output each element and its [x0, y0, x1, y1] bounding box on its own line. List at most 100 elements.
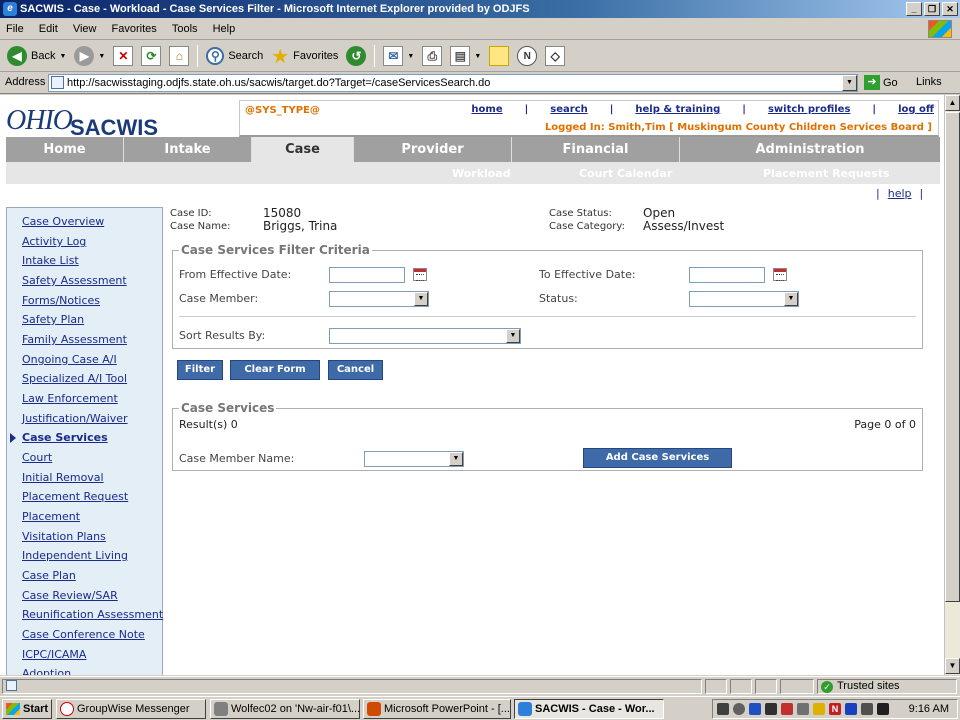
- tab-administration[interactable]: Administration: [680, 137, 940, 162]
- cancel-button[interactable]: Cancel: [328, 360, 383, 380]
- sidebar-item-icpc-icama[interactable]: ICPC/ICAMA: [22, 648, 86, 661]
- tray-icon[interactable]: [845, 703, 857, 715]
- sidebar-item-safety-plan[interactable]: Safety Plan: [22, 313, 84, 326]
- stop-button[interactable]: ✕: [110, 43, 136, 69]
- chevron-down-icon[interactable]: ▼: [784, 292, 798, 306]
- address-dropdown-icon[interactable]: ▼: [842, 75, 857, 91]
- subtab-court-calendar[interactable]: Court Calendar: [579, 167, 672, 180]
- sort-results-select[interactable]: ▼: [329, 328, 521, 344]
- status-select[interactable]: ▼: [689, 291, 799, 307]
- log-off-link[interactable]: log off: [898, 104, 934, 115]
- tab-financial[interactable]: Financial: [512, 137, 680, 162]
- scroll-thumb[interactable]: [945, 112, 960, 602]
- sidebar-item-specialized-ai-tool[interactable]: Specialized A/I Tool: [22, 372, 127, 385]
- menu-help[interactable]: Help: [207, 18, 242, 40]
- home-button[interactable]: ⌂: [166, 43, 192, 69]
- start-button[interactable]: Start: [2, 699, 52, 719]
- favorites-button[interactable]: ★ Favorites: [268, 43, 341, 69]
- forward-button[interactable]: ▶ ▼: [71, 43, 108, 69]
- sidebar-item-family-assessment[interactable]: Family Assessment: [22, 333, 127, 346]
- mail-dropdown-icon[interactable]: ▼: [407, 53, 414, 60]
- home-link[interactable]: home: [471, 104, 502, 115]
- add-case-services-button[interactable]: Add Case Services: [583, 448, 732, 468]
- task-sacwis-ie[interactable]: SACWIS - Case - Wor...: [514, 699, 664, 719]
- sidebar-item-forms-notices[interactable]: Forms/Notices: [22, 294, 100, 307]
- task-wolfec02[interactable]: Wolfec02 on 'Nw-air-f01\...: [210, 699, 360, 719]
- subtab-workload[interactable]: Workload: [452, 167, 511, 180]
- tab-home[interactable]: Home: [6, 137, 124, 162]
- sidebar-item-activity-log[interactable]: Activity Log: [22, 235, 86, 248]
- to-date-input[interactable]: [689, 267, 765, 283]
- sidebar-item-court[interactable]: Court: [22, 451, 52, 464]
- task-groupwise-messenger[interactable]: GroupWise Messenger: [56, 699, 206, 719]
- back-button[interactable]: ◀ Back ▼: [4, 43, 69, 69]
- switch-profiles-link[interactable]: switch profiles: [768, 104, 850, 115]
- from-date-calendar-icon[interactable]: [413, 268, 427, 281]
- tray-icon[interactable]: [733, 703, 745, 715]
- menu-view[interactable]: View: [67, 18, 103, 40]
- tray-icon[interactable]: [861, 703, 873, 715]
- sidebar-item-reunification-assessment[interactable]: Reunification Assessment: [22, 608, 163, 621]
- sidebar-item-independent-living[interactable]: Independent Living: [22, 549, 128, 562]
- tray-icon[interactable]: [813, 703, 825, 715]
- sidebar-item-case-review-sar[interactable]: Case Review/SAR: [22, 589, 118, 602]
- search-button[interactable]: ⚲ Search: [203, 43, 266, 69]
- mail-button[interactable]: ✉ ▼: [380, 43, 417, 69]
- chevron-down-icon[interactable]: ▼: [506, 329, 520, 343]
- sidebar-item-case-conference-note[interactable]: Case Conference Note: [22, 628, 145, 641]
- links-button[interactable]: Links: [916, 76, 942, 88]
- sidebar-item-placement-request[interactable]: Placement Request: [22, 490, 128, 503]
- tab-case[interactable]: Case: [252, 137, 354, 162]
- menu-favorites[interactable]: Favorites: [106, 18, 163, 40]
- sidebar-item-case-plan[interactable]: Case Plan: [22, 569, 76, 582]
- sidebar-item-justification-waiver[interactable]: Justification/Waiver: [22, 412, 128, 425]
- chevron-down-icon[interactable]: ▼: [449, 452, 463, 466]
- sidebar-item-case-overview[interactable]: Case Overview: [22, 215, 104, 228]
- case-member-select[interactable]: ▼: [329, 291, 429, 307]
- clear-form-button[interactable]: Clear Form: [230, 360, 320, 380]
- from-date-input[interactable]: [329, 267, 405, 283]
- minimize-button[interactable]: _: [906, 2, 922, 16]
- help-training-link[interactable]: help & training: [635, 104, 720, 115]
- tab-intake[interactable]: Intake: [124, 137, 252, 162]
- case-member-name-select[interactable]: ▼: [364, 451, 464, 467]
- sidebar-item-case-services[interactable]: Case Services: [22, 431, 108, 444]
- discuss-button[interactable]: [486, 43, 512, 69]
- sidebar-item-ongoing-case-ai[interactable]: Ongoing Case A/I: [22, 353, 117, 366]
- sidebar-item-adoption[interactable]: Adoption: [22, 667, 71, 675]
- help-link[interactable]: help: [888, 187, 912, 200]
- menu-tools[interactable]: Tools: [166, 18, 204, 40]
- filter-button[interactable]: Filter: [177, 360, 223, 380]
- close-button[interactable]: ✕: [942, 2, 958, 16]
- sidebar-item-placement[interactable]: Placement: [22, 510, 80, 523]
- menu-file[interactable]: File: [0, 18, 30, 40]
- sidebar-item-intake-list[interactable]: Intake List: [22, 254, 79, 267]
- restore-button[interactable]: ❐: [924, 2, 940, 16]
- tray-icon[interactable]: [749, 703, 761, 715]
- edit-button[interactable]: ▤ ▼: [447, 43, 484, 69]
- chevron-down-icon[interactable]: ▼: [414, 292, 428, 306]
- sidebar-item-law-enforcement[interactable]: Law Enforcement: [22, 392, 118, 405]
- refresh-button[interactable]: ⟳: [138, 43, 164, 69]
- history-button[interactable]: ↺: [343, 43, 369, 69]
- tray-icon[interactable]: [781, 703, 793, 715]
- tray-icon[interactable]: [765, 703, 777, 715]
- back-dropdown-icon[interactable]: ▼: [59, 53, 66, 60]
- novell-icon[interactable]: N: [829, 703, 841, 715]
- tray-icon[interactable]: [717, 703, 729, 715]
- menu-edit[interactable]: Edit: [33, 18, 64, 40]
- edit-dropdown-icon[interactable]: ▼: [474, 53, 481, 60]
- subtab-placement-requests[interactable]: Placement Requests: [763, 167, 890, 180]
- tab-provider[interactable]: Provider: [354, 137, 512, 162]
- vertical-scrollbar[interactable]: ▲ ▼: [944, 95, 960, 675]
- related-button[interactable]: ◇: [542, 43, 568, 69]
- messenger-button[interactable]: N: [514, 43, 540, 69]
- to-date-calendar-icon[interactable]: [773, 268, 787, 281]
- forward-dropdown-icon[interactable]: ▼: [98, 53, 105, 60]
- task-powerpoint[interactable]: Microsoft PowerPoint - [...: [363, 699, 511, 719]
- tray-icon[interactable]: [797, 703, 809, 715]
- scroll-down-icon[interactable]: ▼: [945, 658, 960, 674]
- go-button[interactable]: ➜ Go: [864, 75, 898, 90]
- sidebar-item-initial-removal[interactable]: Initial Removal: [22, 471, 104, 484]
- print-button[interactable]: ⎙: [419, 43, 445, 69]
